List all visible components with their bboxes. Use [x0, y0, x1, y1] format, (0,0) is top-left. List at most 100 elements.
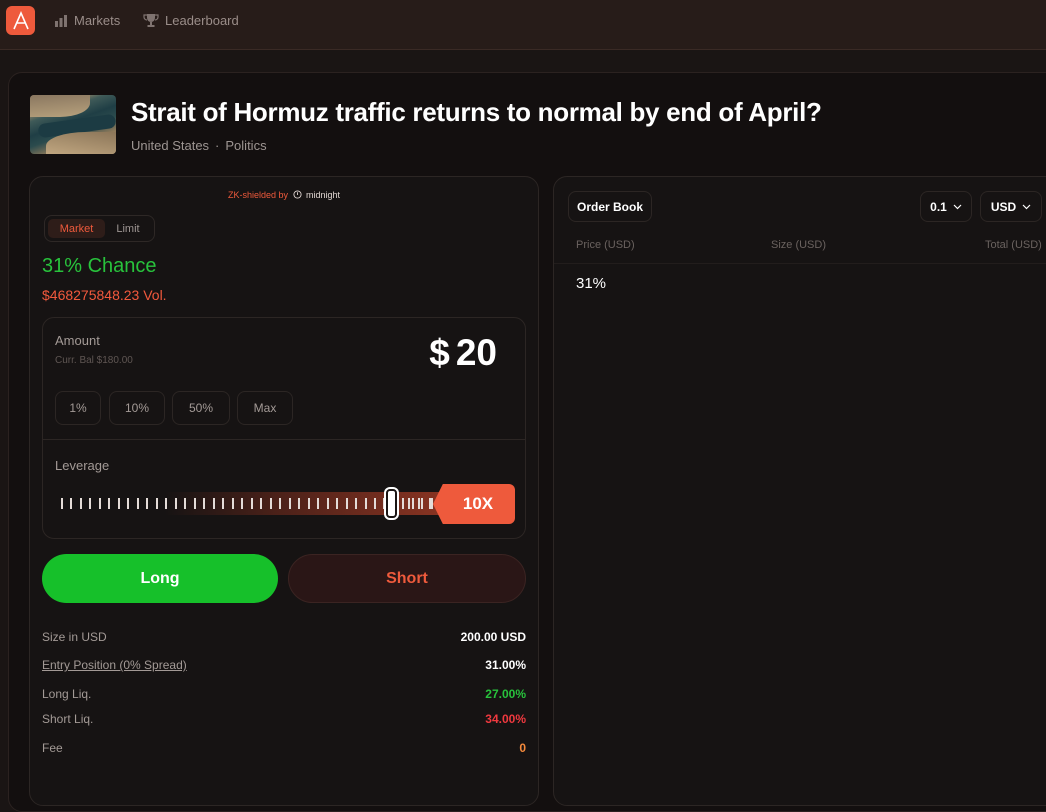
- leverage-tick: [174, 498, 177, 509]
- leverage-tick: [241, 498, 244, 509]
- tab-limit[interactable]: Limit: [105, 219, 151, 238]
- currency-value: USD: [990, 199, 1017, 214]
- tick-size-select[interactable]: 0.1: [920, 191, 972, 222]
- bar-chart-icon: [55, 14, 67, 27]
- market-category[interactable]: Politics: [225, 138, 266, 153]
- leverage-tick: [165, 498, 168, 509]
- market-image: [30, 95, 116, 154]
- chevron-down-icon: [953, 204, 962, 209]
- detail-row-long-liq: Long Liq. 27.00%: [42, 687, 526, 701]
- leverage-tick: [428, 498, 431, 509]
- short-liq-value: 34.00%: [485, 712, 526, 726]
- app-logo[interactable]: [6, 6, 35, 35]
- leverage-tick: [146, 498, 149, 509]
- nav-markets[interactable]: Markets: [54, 13, 120, 28]
- leverage-tick: [364, 498, 367, 509]
- leverage-slider[interactable]: 10X: [55, 484, 515, 524]
- tick-size-value: 0.1: [930, 199, 947, 214]
- leverage-tick: [373, 498, 376, 509]
- leverage-tick: [317, 498, 320, 509]
- orderbook-mid-price: 31%: [576, 275, 607, 292]
- leverage-tick: [298, 498, 301, 509]
- col-size: Size (USD): [771, 239, 827, 251]
- leverage-tick: [407, 498, 410, 509]
- market-country[interactable]: United States: [131, 138, 209, 153]
- leverage-tick: [222, 498, 225, 509]
- zk-shield-banner: ZK-shielded by midnight: [30, 190, 538, 200]
- percent-50-button[interactable]: 50%: [172, 391, 230, 425]
- orderbook-divider: [554, 263, 1046, 264]
- leverage-tick: [89, 498, 92, 509]
- leverage-tick: [307, 498, 310, 509]
- detail-row-size: Size in USD 200.00 USD: [42, 630, 526, 644]
- tab-market[interactable]: Market: [48, 219, 105, 238]
- leverage-tick: [61, 498, 63, 509]
- top-navigation: Markets Leaderboard: [0, 0, 1046, 50]
- size-label: Size in USD: [42, 630, 107, 644]
- leverage-tick: [155, 498, 158, 509]
- leverage-tick: [418, 498, 420, 509]
- percent-10-button[interactable]: 10%: [109, 391, 165, 425]
- chance-value: 31% Chance: [42, 255, 157, 277]
- leverage-tick: [203, 498, 206, 509]
- trade-panel: ZK-shielded by midnight Market Limit 31%…: [29, 176, 539, 806]
- entry-position-link[interactable]: Entry Position (0% Spread): [42, 658, 187, 672]
- orderbook-tab[interactable]: Order Book: [568, 191, 652, 222]
- leverage-tick: [70, 498, 73, 509]
- leverage-tick: [127, 498, 130, 509]
- leverage-tick: [397, 498, 399, 509]
- leverage-tick: [117, 498, 120, 509]
- orderbook-panel: Order Book 0.1 USD Price (USD) Size (USD…: [553, 176, 1046, 806]
- fee-label: Fee: [42, 741, 63, 755]
- fee-value: 0: [519, 741, 526, 755]
- amount-divider: [43, 439, 525, 440]
- midnight-logo-icon: [292, 190, 302, 199]
- col-total: Total (USD): [985, 239, 1042, 251]
- trophy-icon: [143, 14, 159, 27]
- leverage-tick: [212, 498, 215, 509]
- leverage-tick: [260, 498, 263, 509]
- nav-markets-label: Markets: [74, 13, 121, 28]
- amount-box: Amount Curr. Bal $180.00 $ 20 1% 10% 50%…: [42, 317, 526, 539]
- leverage-value-badge: 10X: [433, 484, 515, 524]
- size-value: 200.00 USD: [460, 630, 526, 644]
- leverage-ticks: [61, 498, 433, 509]
- leverage-tick: [345, 498, 348, 509]
- long-liq-label: Long Liq.: [42, 687, 92, 701]
- detail-row-fee: Fee 0: [42, 741, 526, 755]
- leverage-tick: [231, 498, 234, 509]
- zk-prefix: ZK-shielded by: [227, 190, 288, 200]
- leverage-tick: [288, 498, 291, 509]
- leverage-label: Leverage: [55, 458, 110, 473]
- leverage-tick: [269, 498, 272, 509]
- chevron-down-icon: [1022, 204, 1031, 209]
- currency-symbol: $: [429, 332, 450, 373]
- logo-a-icon: [12, 10, 29, 29]
- short-button[interactable]: Short: [288, 554, 526, 603]
- long-button[interactable]: Long: [42, 554, 278, 603]
- balance-label: Curr. Bal $180.00: [55, 355, 133, 366]
- max-button[interactable]: Max: [237, 391, 293, 425]
- zk-brand: midnight: [306, 190, 341, 200]
- percent-1-button[interactable]: 1%: [55, 391, 101, 425]
- currency-select[interactable]: USD: [980, 191, 1042, 222]
- detail-row-entry: Entry Position (0% Spread) 31.00%: [42, 658, 526, 672]
- long-liq-value: 27.00%: [485, 687, 526, 701]
- amount-label: Amount: [55, 333, 100, 348]
- leverage-slider-handle[interactable]: [386, 489, 397, 518]
- leverage-tick: [355, 498, 358, 509]
- market-title: Strait of Hormuz traffic returns to norm…: [131, 97, 822, 127]
- leverage-tick: [193, 498, 196, 509]
- leverage-tick: [250, 498, 253, 509]
- amount-value: 20: [455, 332, 497, 373]
- volume-value: $468275848.23 Vol.: [42, 287, 167, 303]
- nav-leaderboard[interactable]: Leaderboard: [143, 13, 239, 28]
- leverage-tick: [136, 498, 139, 509]
- entry-position-value: 31.00%: [485, 658, 526, 672]
- detail-row-short-liq: Short Liq. 34.00%: [42, 712, 526, 726]
- leverage-tick: [98, 498, 101, 509]
- market-tags: United States · Politics: [131, 138, 267, 153]
- leverage-tick: [326, 498, 329, 509]
- amount-input[interactable]: $ 20: [429, 332, 497, 374]
- leverage-tick: [279, 498, 282, 509]
